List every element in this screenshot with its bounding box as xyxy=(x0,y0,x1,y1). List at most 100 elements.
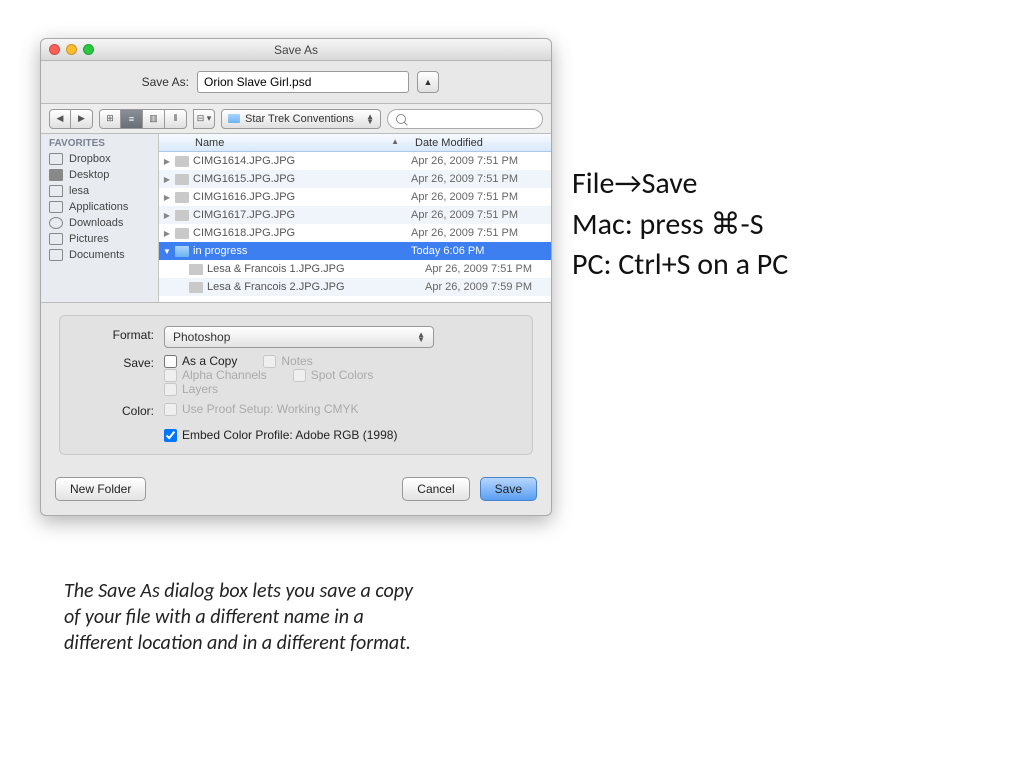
table-row[interactable]: ▶ CIMG1614.JPG.JPGApr 26, 2009 7:51 PM xyxy=(159,152,551,170)
format-select[interactable]: Photoshop ▲▼ xyxy=(164,326,434,348)
titlebar: Save As xyxy=(41,39,551,61)
instruction-line-3: PC: Ctrl+S on a PC xyxy=(572,245,788,286)
pictures-icon xyxy=(49,233,63,245)
sidebar-item-downloads[interactable]: Downloads xyxy=(41,215,158,231)
table-row[interactable]: ▶Lesa & Francois 1.JPG.JPGApr 26, 2009 7… xyxy=(159,260,551,278)
table-row[interactable]: ▼in progressToday 6:06 PM xyxy=(159,242,551,260)
arrange-button[interactable]: ⊟ ▾ xyxy=(193,109,215,129)
search-input[interactable] xyxy=(387,109,543,129)
embed-profile-checkbox[interactable]: Embed Color Profile: Adobe RGB (1998) xyxy=(164,428,518,442)
alpha-checkbox: Alpha Channels xyxy=(164,368,267,382)
documents-icon xyxy=(49,249,63,261)
applications-icon xyxy=(49,201,63,213)
table-row[interactable]: ▶ CIMG1617.JPG.JPGApr 26, 2009 7:51 PM xyxy=(159,206,551,224)
folder-icon xyxy=(175,246,189,257)
list-view-button[interactable]: ≡ xyxy=(121,109,143,129)
file-icon xyxy=(175,156,189,167)
updown-icon: ▲▼ xyxy=(366,114,374,124)
column-view-button[interactable]: ▥ xyxy=(143,109,165,129)
file-date: Apr 26, 2009 7:51 PM xyxy=(411,173,551,185)
file-date: Today 6:06 PM xyxy=(411,245,551,257)
view-buttons: ⊞ ≡ ▥ ⫴ xyxy=(99,109,187,129)
instruction-line-2: Mac: press ⌘-S xyxy=(572,205,788,246)
instruction-line-1: File→Save xyxy=(572,164,788,205)
disclosure-icon: ▶ xyxy=(159,157,175,166)
file-date: Apr 26, 2009 7:51 PM xyxy=(411,155,551,167)
file-date: Apr 26, 2009 7:51 PM xyxy=(411,209,551,221)
file-date: Apr 26, 2009 7:51 PM xyxy=(411,227,551,239)
arrange-buttons: ⊟ ▾ xyxy=(193,109,215,129)
color-label: Color: xyxy=(74,402,154,418)
close-icon[interactable] xyxy=(49,44,60,55)
notes-checkbox: Notes xyxy=(263,354,312,368)
window-title: Save As xyxy=(41,43,551,57)
location-popup[interactable]: Star Trek Conventions ▲▼ xyxy=(221,109,381,129)
column-name[interactable]: Name▲ xyxy=(159,137,409,149)
sort-asc-icon: ▲ xyxy=(391,137,399,146)
save-as-dialog: Save As Save As: ▲ ◀ ▶ ⊞ ≡ ▥ ⫴ ⊟ ▾ Star … xyxy=(40,38,552,516)
file-name: Lesa & Francois 2.JPG.JPG xyxy=(207,281,425,293)
format-label: Format: xyxy=(74,326,154,342)
file-icon xyxy=(175,228,189,239)
cancel-button[interactable]: Cancel xyxy=(402,477,469,501)
table-row[interactable]: ▶ CIMG1615.JPG.JPGApr 26, 2009 7:51 PM xyxy=(159,170,551,188)
sidebar-item-documents[interactable]: Documents xyxy=(41,247,158,263)
sidebar-item-desktop[interactable]: Desktop xyxy=(41,167,158,183)
file-icon xyxy=(189,264,203,275)
table-row[interactable]: ▶ CIMG1618.JPG.JPGApr 26, 2009 7:51 PM xyxy=(159,224,551,242)
disclosure-icon: ▼ xyxy=(159,247,175,256)
expand-toggle-button[interactable]: ▲ xyxy=(417,71,439,93)
file-name: Lesa & Francois 1.JPG.JPG xyxy=(207,263,425,275)
file-icon xyxy=(189,282,203,293)
home-icon xyxy=(49,185,63,197)
nav-buttons: ◀ ▶ xyxy=(49,109,93,129)
layers-checkbox: Layers xyxy=(164,382,218,396)
file-date: Apr 26, 2009 7:59 PM xyxy=(425,281,551,293)
disclosure-icon: ▶ xyxy=(159,211,175,220)
back-button[interactable]: ◀ xyxy=(49,109,71,129)
sidebar-item-applications[interactable]: Applications xyxy=(41,199,158,215)
table-row[interactable]: ▶ CIMG1616.JPG.JPGApr 26, 2009 7:51 PM xyxy=(159,188,551,206)
column-headers: Name▲ Date Modified xyxy=(159,134,551,152)
file-list: ▶CIMG1614.JPG.JPGApr 26, 2009 7:51 PM▶CI… xyxy=(159,152,551,302)
disclosure-icon: ▶ xyxy=(159,193,175,202)
updown-icon: ▲▼ xyxy=(417,332,425,342)
sidebar-item-dropbox[interactable]: Dropbox xyxy=(41,151,158,167)
desktop-icon xyxy=(49,169,63,181)
table-row[interactable]: ▶Lesa & Francois 2.JPG.JPGApr 26, 2009 7… xyxy=(159,278,551,296)
folder-icon xyxy=(228,114,240,123)
disclosure-icon: ▶ xyxy=(159,175,175,184)
filename-input[interactable] xyxy=(197,71,409,93)
file-name: CIMG1617.JPG.JPG xyxy=(193,209,411,221)
spot-checkbox: Spot Colors xyxy=(293,368,374,382)
column-date[interactable]: Date Modified xyxy=(409,137,551,149)
icon-view-button[interactable]: ⊞ xyxy=(99,109,121,129)
file-icon xyxy=(175,192,189,203)
coverflow-view-button[interactable]: ⫴ xyxy=(165,109,187,129)
file-date: Apr 26, 2009 7:51 PM xyxy=(425,263,551,275)
as-copy-checkbox[interactable]: As a Copy xyxy=(164,354,237,368)
file-date: Apr 26, 2009 7:51 PM xyxy=(411,191,551,203)
forward-button[interactable]: ▶ xyxy=(71,109,93,129)
sidebar: FAVORITES Dropbox Desktop lesa Applicati… xyxy=(41,134,159,302)
location-label: Star Trek Conventions xyxy=(245,113,354,125)
dropbox-icon xyxy=(49,153,63,165)
file-icon xyxy=(175,174,189,185)
zoom-icon[interactable] xyxy=(83,44,94,55)
instruction-text: File→Save Mac: press ⌘-S PC: Ctrl+S on a… xyxy=(572,164,788,286)
save-label: Save: xyxy=(74,354,154,370)
file-name: CIMG1618.JPG.JPG xyxy=(193,227,411,239)
new-folder-button[interactable]: New Folder xyxy=(55,477,146,501)
save-button[interactable]: Save xyxy=(480,477,537,501)
disclosure-icon: ▶ xyxy=(159,229,175,238)
sidebar-item-pictures[interactable]: Pictures xyxy=(41,231,158,247)
caption-text: The Save As dialog box lets you save a c… xyxy=(64,578,414,656)
file-name: CIMG1615.JPG.JPG xyxy=(193,173,411,185)
saveas-label: Save As: xyxy=(59,75,189,89)
minimize-icon[interactable] xyxy=(66,44,77,55)
file-name: CIMG1614.JPG.JPG xyxy=(193,155,411,167)
sidebar-item-home[interactable]: lesa xyxy=(41,183,158,199)
sidebar-heading: FAVORITES xyxy=(41,134,158,151)
file-name: CIMG1616.JPG.JPG xyxy=(193,191,411,203)
file-pane: Name▲ Date Modified ▶CIMG1614.JPG.JPGApr… xyxy=(159,134,551,302)
